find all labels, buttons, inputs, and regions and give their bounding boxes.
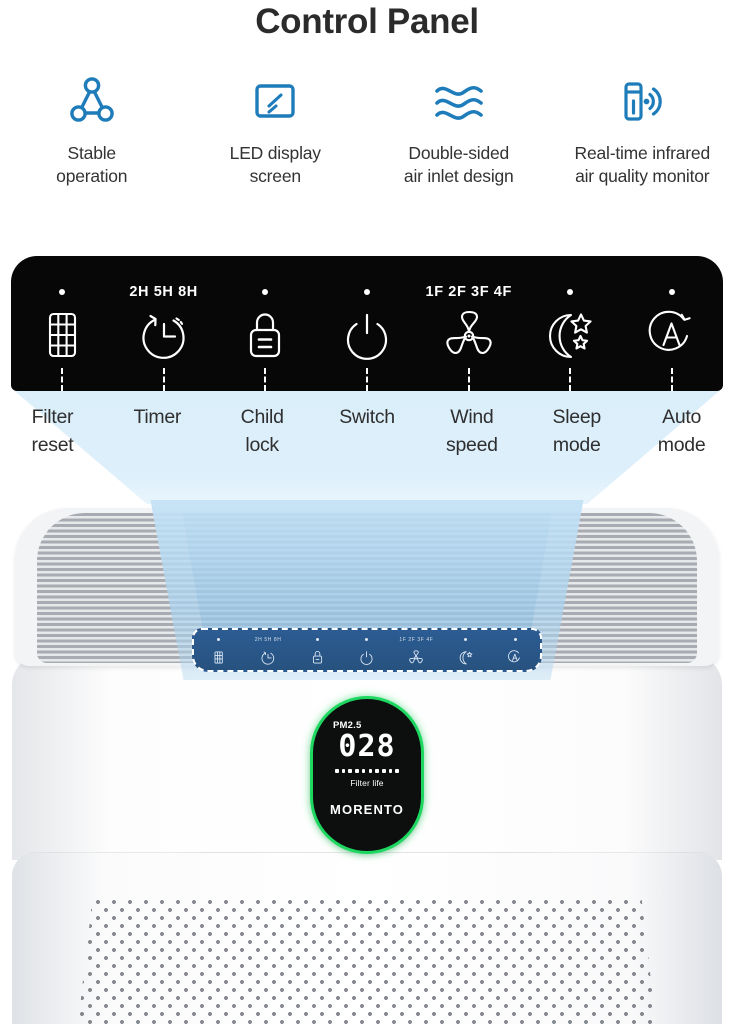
sleep-moon-icon [459,651,473,665]
fan-speed-icon [446,310,492,355]
indicator-wind-speed: 1F 2F 3F 4F [418,256,520,304]
device-button-filter-reset[interactable] [194,645,243,670]
button-switch[interactable] [316,300,418,370]
product-image: 2H 5H 8H 1F 2F 3F 4F PM2.5 028 Filter li… [0,500,734,1024]
callout-line [316,368,418,391]
timer-levels-label: 2H 5H 8H [129,284,198,300]
feature-label: Double-sided air inlet design [403,143,514,187]
led-screen-icon [247,70,303,132]
device-button-child-lock[interactable] [293,645,342,670]
panel-callout-lines [11,368,723,391]
callout-line [113,368,215,391]
feature-label: LED display screen [229,143,321,187]
callout-line [418,368,520,391]
filter-life-label: Filter life [350,777,384,788]
power-switch-icon [360,651,373,665]
page-title: Control Panel [255,2,479,41]
indicator-switch [316,256,418,304]
device-button-auto-mode[interactable] [491,645,540,670]
indicator-timer: 2H 5H 8H [113,256,215,304]
status-led-dot [364,289,371,295]
fan-speed-icon [409,650,424,664]
air-waves-icon [428,70,490,132]
device-button-sleep-mode[interactable] [441,645,490,670]
child-lock-icon [313,651,323,664]
label-auto-mode: Auto mode [657,406,706,457]
brand-logo: MORENTO [330,801,404,817]
label-timer: Timer [133,406,182,428]
feature-stable-operation: Stable operation [0,70,184,210]
button-sleep-mode[interactable] [520,300,622,370]
fan-levels-label: 1F 2F 3F 4F [425,284,512,300]
button-timer[interactable] [113,300,215,370]
pm25-value: 028 [338,729,396,764]
button-filter-reset[interactable] [11,300,113,370]
panel-button-row [11,300,723,370]
label-filter-reset: Filter reset [31,406,74,457]
status-led-dot [262,289,269,295]
filter-grid-icon [48,312,76,358]
feature-double-sided-inlet: Double-sided air inlet design [367,70,551,210]
power-switch-icon [346,313,388,360]
filter-grid-icon [214,651,223,664]
callout-line [520,368,622,391]
feature-label: Stable operation [56,143,128,187]
air-intake-grille [78,898,656,1024]
button-child-lock[interactable] [214,300,316,370]
feature-list: Stable operation LED display screen Doub… [0,70,734,210]
device-control-panel[interactable]: 2H 5H 8H 1F 2F 3F 4F [192,628,542,672]
product-body-seam [24,852,710,853]
network-triangle-icon [64,70,120,132]
indicator-auto-mode [621,256,723,304]
status-led-dot [669,289,676,295]
indicator-sleep-mode [520,256,622,304]
label-child-lock: Child lock [240,406,284,457]
led-display[interactable]: PM2.5 028 Filter life MORENTO [313,699,421,851]
device-button-wind-speed[interactable] [392,645,441,670]
product-infographic: Control Panel Stable operation LED displ… [0,0,734,1024]
device-button-row [194,645,540,670]
feature-infrared-monitor: Real-time infrared air quality monitor [551,70,734,210]
label-switch: Switch [339,406,395,428]
status-led-dot [58,289,65,295]
button-wind-speed[interactable] [418,300,520,370]
indicator-filter-reset [11,256,113,304]
panel-indicator-row: 2H 5H 8H 1F 2F 3F 4F [11,256,723,304]
feature-label: Real-time infrared air quality monitor [574,143,711,187]
device-button-switch[interactable] [342,645,391,670]
control-panel-labels: Filter reset Timer Child lock Switch Win… [0,403,734,460]
feature-led-display: LED display screen [184,70,368,210]
status-led-dot [567,289,574,295]
sleep-moon-icon [549,313,593,359]
filter-life-bar [335,769,399,773]
callout-line [11,368,113,391]
label-sleep-mode: Sleep mode [552,406,602,457]
control-panel-closeup: 2H 5H 8H 1F 2F 3F 4F [11,256,723,391]
auto-mode-icon [648,310,691,351]
indicator-child-lock [214,256,316,304]
timer-clock-icon [261,651,275,665]
label-wind-speed: Wind speed [446,406,498,457]
button-auto-mode[interactable] [621,300,723,370]
timer-clock-icon [142,314,185,359]
device-button-timer[interactable] [243,645,292,670]
child-lock-icon [250,313,281,358]
callout-line [214,368,316,391]
auto-mode-icon [508,650,521,663]
callout-line [621,368,723,391]
infrared-sensor-icon [613,70,671,132]
